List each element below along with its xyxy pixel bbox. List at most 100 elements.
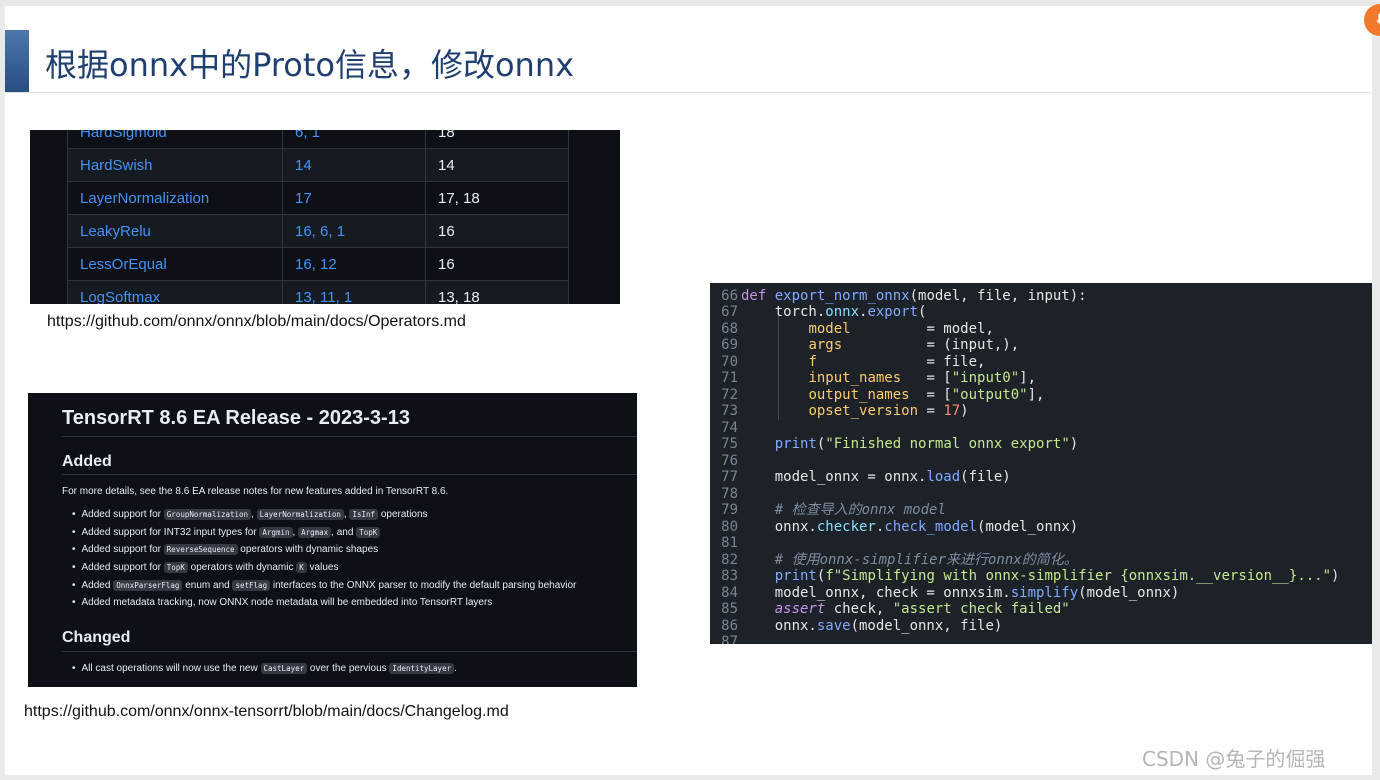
- list-text: operators with dynamic shapes: [237, 544, 379, 556]
- title-accent-bar: [5, 30, 29, 92]
- line-number: 79: [721, 502, 738, 518]
- version-links[interactable]: 13, 11, 1: [282, 280, 426, 304]
- line-number: 76: [721, 452, 738, 469]
- operators-source-url: https://github.com/onnx/onnx/blob/main/d…: [47, 313, 466, 330]
- line-number: 86: [721, 617, 738, 634]
- list-text: operations: [378, 509, 428, 520]
- inline-code: GroupNormalization: [163, 509, 252, 520]
- code-text: assert check, "assert check failed": [774, 601, 1070, 617]
- line-number: 85: [721, 601, 738, 617]
- inline-code: LayerNormalization: [256, 509, 344, 520]
- list-text: Added support for INT32 input types for: [81, 526, 260, 538]
- code-text: torch.onnx.export(: [741, 304, 927, 320]
- code-line: 80 onnx.checker.check_model(model_onnx): [710, 519, 1372, 536]
- code-line: 84 model_onnx, check = onnxsim.simplify(…: [710, 585, 1372, 602]
- table-row: LessOrEqual 16, 12 16: [67, 247, 569, 281]
- table-row: LogSoftmax 13, 11, 1 13, 18: [67, 280, 569, 304]
- code-line: 74: [710, 420, 1372, 437]
- function-versions: 18: [425, 130, 569, 149]
- line-number: 82: [721, 551, 738, 568]
- code-text: opset_version = 17): [808, 403, 969, 419]
- function-versions: 13, 18: [425, 280, 569, 304]
- list-item: Added metadata tracking, now ONNX node m…: [72, 597, 576, 615]
- code-line: 71 input_names = ["input0"],: [710, 370, 1372, 387]
- line-number: 81: [721, 535, 738, 551]
- line-number: 77: [721, 469, 738, 485]
- code-line: 69 args = (input,),: [710, 337, 1372, 354]
- inline-code: Argmax: [298, 526, 332, 538]
- code-line: 85 assert check, "assert check failed": [710, 601, 1372, 618]
- operators-table: HardSigmoid 6, 1 18 HardSwish 14 14 LayerNorma…: [67, 130, 569, 304]
- list-text: values: [306, 562, 339, 574]
- version-links[interactable]: 16, 12: [282, 247, 426, 281]
- added-divider: [62, 474, 637, 475]
- list-text: Added support for: [81, 509, 164, 520]
- code-text: # 使用onnx-simplifier来进行onnx的简化。: [774, 551, 1078, 568]
- code-line: 87: [710, 634, 1372, 644]
- inline-code: ReverseSequence: [163, 544, 238, 556]
- list-item: Added support for INT32 input types for …: [72, 526, 576, 545]
- operator-link[interactable]: HardSigmoid: [67, 130, 283, 149]
- list-text: Added metadata tracking, now ONNX node m…: [81, 597, 493, 609]
- operator-link[interactable]: HardSwish: [67, 148, 283, 182]
- code-text: def export_norm_onnx(model, file, input)…: [741, 287, 1087, 304]
- list-text: .: [454, 663, 457, 674]
- code-text: output_names = ["output0"],: [808, 386, 1045, 403]
- added-list: Added support for GroupNormalization, La…: [72, 509, 576, 615]
- function-versions: 14: [425, 148, 569, 182]
- code-editor-panel: 6566def export_norm_onnx(model, file, in…: [710, 283, 1372, 644]
- code-text: input_names = ["input0"],: [808, 370, 1037, 386]
- code-text: args = (input,),: [808, 337, 1020, 353]
- added-intro: For more details, see the 8.6 EA release…: [62, 486, 449, 497]
- table-row: LayerNormalization 17 17, 18: [67, 181, 569, 215]
- version-links[interactable]: 6, 1: [282, 130, 426, 149]
- line-number: 75: [721, 436, 738, 452]
- function-versions: 17, 18: [425, 181, 569, 215]
- line-number: 84: [721, 584, 738, 601]
- code-text: model = model,: [808, 320, 994, 337]
- list-text: Added support for: [81, 562, 164, 574]
- code-line: 68 model = model,: [710, 321, 1372, 338]
- line-number: 67: [721, 304, 738, 320]
- code-line: 66 def export_norm_onnx(model, file, inpu…: [710, 288, 1372, 305]
- list-item: All cast operations will now use the new…: [72, 663, 457, 681]
- version-links[interactable]: 14: [282, 148, 426, 182]
- line-number: 74: [721, 419, 738, 436]
- code-line: 81: [710, 535, 1372, 552]
- tensorrt-source-url: https://github.com/onnx/onnx-tensorrt/bl…: [24, 703, 509, 720]
- code-line: 75 print("Finished normal onnx export"): [710, 436, 1372, 453]
- inline-code: OnnxParserFlag: [113, 579, 183, 591]
- list-item: Added support for GroupNormalization, La…: [72, 509, 576, 527]
- line-number: 80: [721, 518, 738, 535]
- list-text: All cast operations will now use the new: [81, 663, 261, 674]
- code-text: onnx.save(model_onnx, file): [741, 617, 1003, 634]
- operator-link[interactable]: LessOrEqual: [67, 247, 283, 281]
- operator-link[interactable]: LeakyRelu: [67, 214, 283, 248]
- code-line: 70 f = file,: [710, 354, 1372, 371]
- list-text: over the pervious: [307, 663, 390, 674]
- inline-code: setFlag: [232, 579, 271, 591]
- operator-link[interactable]: LogSoftmax: [67, 280, 283, 304]
- list-text: ,: [251, 509, 257, 520]
- code-text: onnx.checker.check_model(model_onnx): [741, 518, 1079, 535]
- operator-link[interactable]: LayerNormalization: [67, 181, 283, 215]
- tensorrt-release-panel: TensorRT 8.6 EA Release - 2023-3-13 Adde…: [28, 393, 637, 687]
- version-links[interactable]: 16, 6, 1: [282, 214, 426, 248]
- function-versions: 16: [425, 214, 569, 248]
- code-line: 86 onnx.save(model_onnx, file): [710, 618, 1372, 635]
- list-text: interfaces to the ONNX parser to modify …: [270, 579, 577, 591]
- list-item: Added support for TopK operators with dy…: [72, 562, 576, 580]
- line-number: 71: [721, 370, 738, 386]
- changed-divider: [62, 651, 637, 652]
- code-line: 78: [710, 486, 1372, 503]
- inline-code: K: [296, 562, 307, 574]
- code-line: 77 model_onnx = onnx.load(file): [710, 469, 1372, 486]
- inline-code: TopK: [163, 562, 188, 574]
- line-number: 73: [721, 403, 738, 419]
- inline-code: IdentityLayer: [389, 663, 455, 674]
- release-title-divider: [62, 436, 637, 437]
- version-links[interactable]: 17: [282, 181, 426, 215]
- code-text: print("Finished normal onnx export"): [774, 436, 1079, 452]
- code-line: 79 # 检查导入的onnx model: [710, 502, 1372, 519]
- list-text: enum and: [182, 579, 233, 591]
